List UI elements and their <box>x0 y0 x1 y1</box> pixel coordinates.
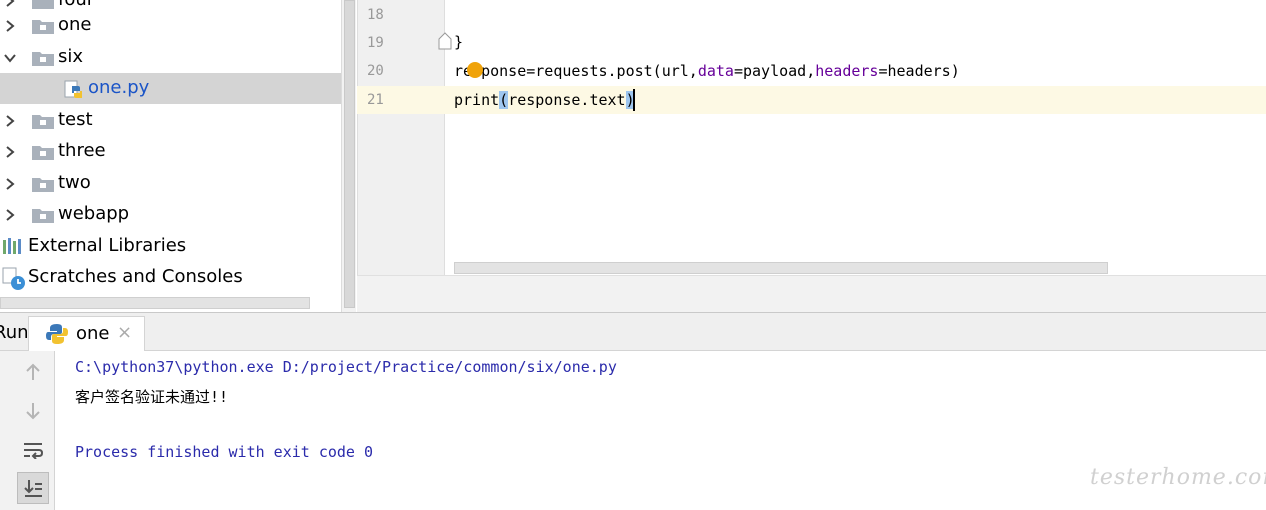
chevron-right-icon[interactable] <box>3 177 17 191</box>
code-text: print <box>454 91 500 109</box>
code-keyword-arg: data <box>697 62 734 80</box>
line-number: 19 <box>367 35 384 51</box>
chevron-right-icon[interactable] <box>3 208 17 222</box>
folder-icon <box>32 52 54 66</box>
run-tab-one[interactable]: one × <box>28 316 145 351</box>
tree-item-two[interactable]: two <box>0 168 343 199</box>
tree-item-label: External Libraries <box>28 235 187 256</box>
tree-item-three[interactable]: three <box>0 136 343 167</box>
python-icon <box>46 324 68 344</box>
code-text: response=requests.post(url, <box>454 62 698 80</box>
watermark: testerhome.com <box>1090 465 1266 490</box>
folder-icon <box>32 0 54 9</box>
tree-vertical-scrollbar-thumb[interactable] <box>344 0 355 308</box>
folder-icon <box>32 178 54 192</box>
console-line-command: C:\python37\python.exe D:/project/Practi… <box>75 358 617 376</box>
chevron-right-icon[interactable] <box>3 0 17 8</box>
tree-item-label: Scratches and Consoles <box>28 266 243 287</box>
line-number: 18 <box>367 7 384 23</box>
run-tab-label: one <box>76 323 110 344</box>
tree-item-label: three <box>58 140 106 161</box>
intention-bulb-icon[interactable] <box>467 62 483 78</box>
folder-icon <box>32 115 54 129</box>
folder-icon <box>32 209 54 223</box>
code-keyword-arg: headers <box>815 62 879 80</box>
tree-vertical-scrollbar[interactable] <box>341 0 356 312</box>
tree-item-label: one <box>58 14 92 35</box>
editor-bottom-area <box>357 275 1266 312</box>
tree-item-external-libraries[interactable]: External Libraries <box>0 231 343 262</box>
arrow-down-icon[interactable] <box>17 395 49 427</box>
code-editor[interactable] <box>446 0 1266 275</box>
code-text: } <box>454 33 464 51</box>
matched-paren: ( <box>499 91 509 109</box>
code-text: =headers) <box>878 62 960 80</box>
folder-icon <box>32 20 54 34</box>
tree-item-one[interactable]: one <box>0 10 343 41</box>
run-panel-header: Run: one × <box>0 312 1266 351</box>
code-line-21: print(response.text) <box>454 91 635 109</box>
fold-marker-icon[interactable] <box>438 32 452 50</box>
tree-item-label: six <box>58 46 84 67</box>
chevron-right-icon[interactable] <box>3 114 17 128</box>
tree-item-six[interactable]: six <box>0 42 343 73</box>
chevron-right-icon[interactable] <box>3 145 17 159</box>
tree-item-test[interactable]: test <box>0 105 343 136</box>
soft-wrap-icon[interactable] <box>17 434 49 466</box>
project-tree: four one six one.py test <box>0 0 343 312</box>
arrow-up-icon[interactable] <box>17 356 49 388</box>
tree-horizontal-scrollbar[interactable] <box>0 297 310 309</box>
code-text: response.text <box>508 91 626 109</box>
close-icon[interactable]: × <box>117 322 132 343</box>
console-line-output: 客户签名验证未通过!! <box>75 388 229 406</box>
folder-icon <box>32 146 54 160</box>
tree-item-label: webapp <box>58 203 130 224</box>
tree-item-webapp[interactable]: webapp <box>0 199 343 230</box>
scroll-to-end-icon[interactable] <box>17 472 49 504</box>
text-caret <box>633 89 635 111</box>
chevron-down-icon[interactable] <box>3 51 17 65</box>
tree-item-label: two <box>58 172 91 193</box>
tree-item-label: one.py <box>88 77 150 98</box>
editor-horizontal-scrollbar[interactable] <box>454 262 1108 274</box>
tree-item-label: four <box>58 0 94 10</box>
console-output[interactable]: C:\python37\python.exe D:/project/Practi… <box>56 351 1266 510</box>
tree-item-one-py[interactable]: one.py <box>0 73 343 104</box>
code-text: =payload, <box>733 62 816 80</box>
line-number: 21 <box>367 92 384 108</box>
python-file-icon <box>64 80 82 98</box>
console-line-exit: Process finished with exit code 0 <box>75 443 374 461</box>
libraries-icon <box>3 238 21 254</box>
scratches-icon <box>2 267 25 290</box>
chevron-right-icon[interactable] <box>3 19 17 33</box>
code-line-20: response=requests.post(url,data=payload,… <box>454 62 960 80</box>
tree-item-scratches[interactable]: Scratches and Consoles <box>0 262 343 293</box>
tree-item-label: test <box>58 109 93 130</box>
code-line-19: } <box>454 33 463 51</box>
run-toolbar <box>0 351 55 510</box>
line-number: 20 <box>367 63 384 79</box>
